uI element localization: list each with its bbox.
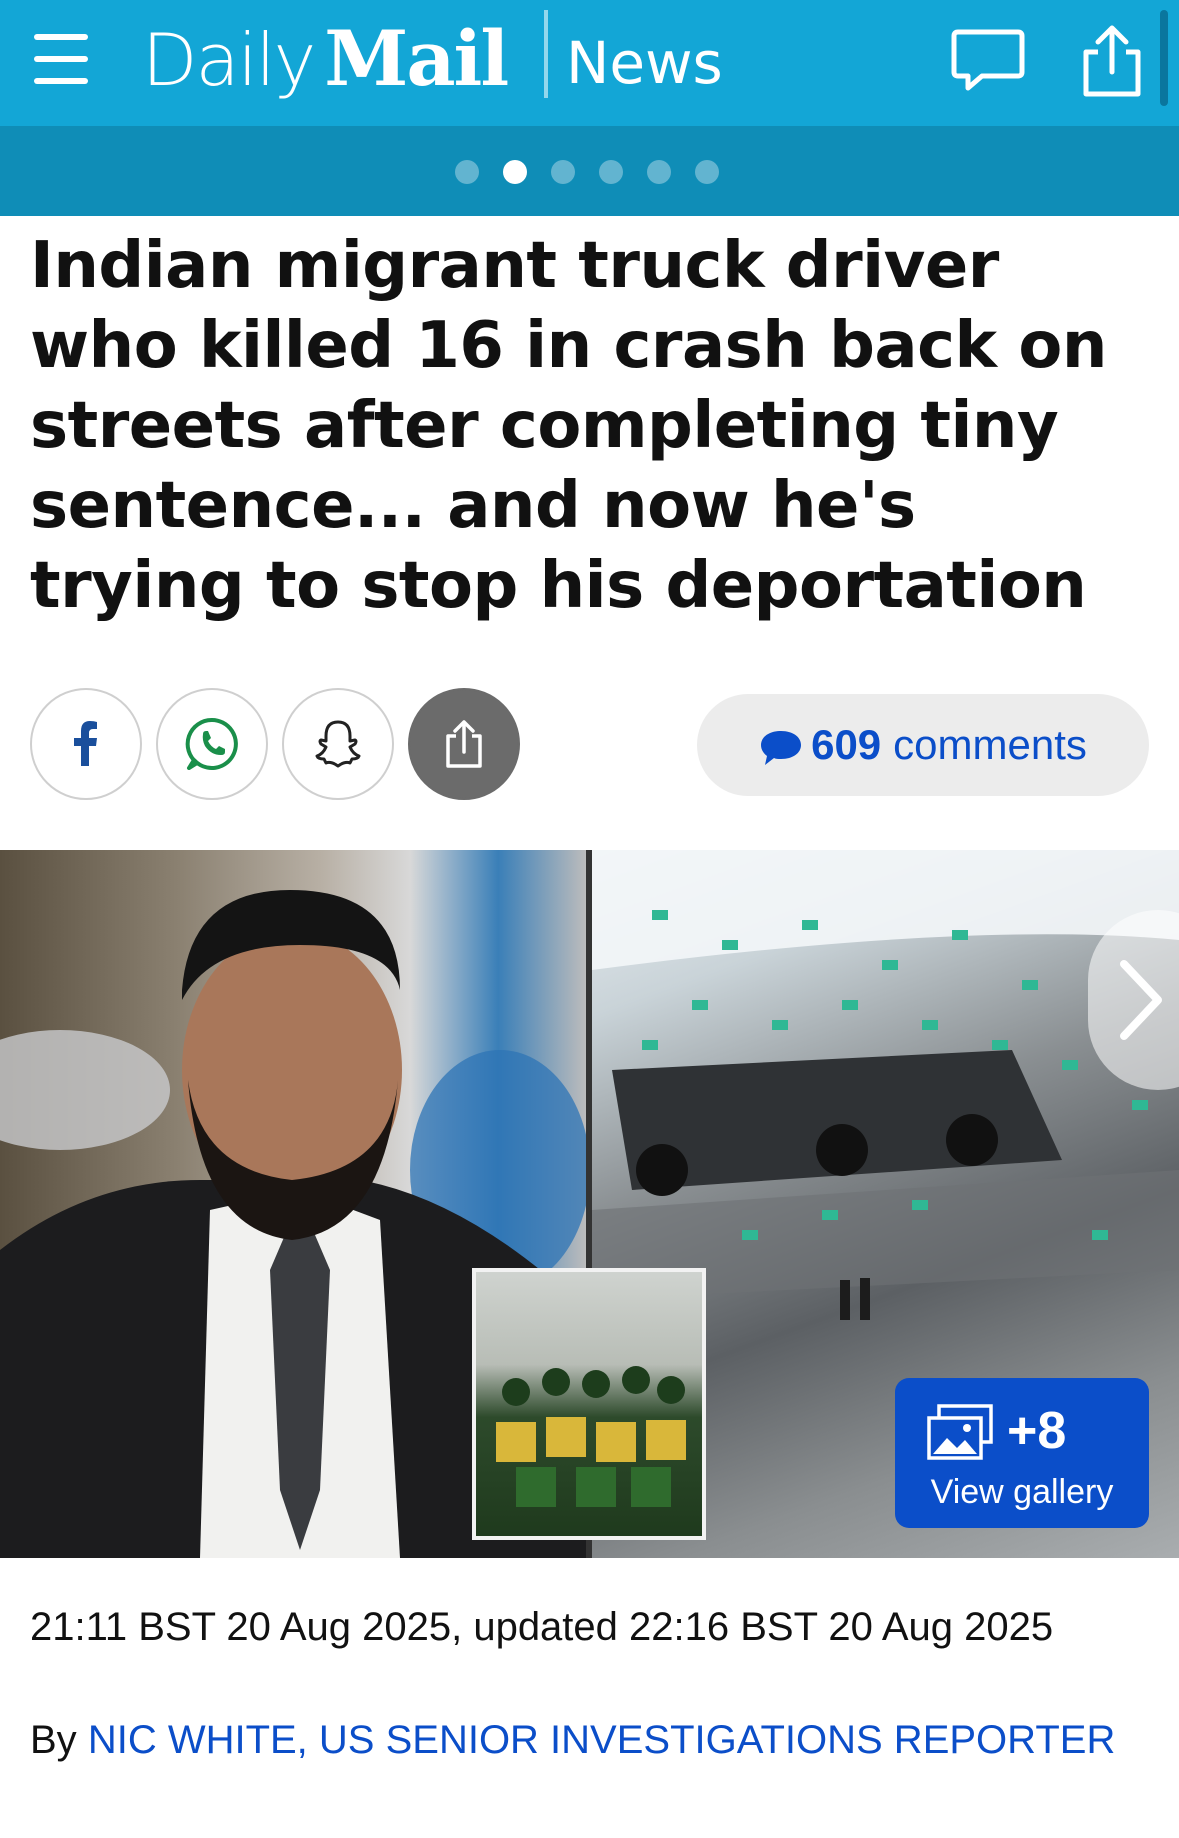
whatsapp-share-button[interactable] bbox=[156, 688, 268, 800]
team-photo-inset-image bbox=[472, 1268, 706, 1540]
logo-mail-text: Mail bbox=[324, 14, 509, 103]
share-upload-icon bbox=[446, 720, 482, 768]
logo-daily-text: Daily bbox=[142, 18, 316, 102]
carousel-dot[interactable] bbox=[695, 160, 719, 184]
byline-prefix: By bbox=[30, 1718, 77, 1762]
carousel-dot[interactable] bbox=[455, 160, 479, 184]
section-title[interactable]: News bbox=[566, 28, 723, 98]
share-upload-icon bbox=[1083, 25, 1141, 97]
photo-stack-icon bbox=[927, 1404, 993, 1460]
carousel-dots bbox=[455, 160, 719, 184]
logo-divider bbox=[544, 10, 548, 98]
article-byline: By NIC WHITE, US SENIOR INVESTIGATIONS R… bbox=[30, 1714, 1130, 1766]
facebook-share-button[interactable] bbox=[30, 688, 142, 800]
view-gallery-button[interactable]: +8 View gallery bbox=[895, 1378, 1149, 1528]
more-share-button[interactable] bbox=[408, 688, 520, 800]
chevron-right-icon bbox=[1120, 960, 1162, 1040]
carousel-dot[interactable] bbox=[503, 160, 527, 184]
scrollbar[interactable] bbox=[1160, 10, 1168, 106]
share-header-button[interactable] bbox=[1072, 22, 1152, 102]
speech-bubble-icon bbox=[761, 731, 802, 765]
author-link[interactable]: NIC WHITE, US SENIOR INVESTIGATIONS REPO… bbox=[88, 1718, 1116, 1762]
article-dateline: 21:11 BST 20 Aug 2025, updated 22:16 BST… bbox=[30, 1605, 1054, 1649]
carousel-dot[interactable] bbox=[647, 160, 671, 184]
site-logo[interactable]: Daily Mail bbox=[142, 14, 509, 104]
facebook-icon bbox=[74, 721, 97, 766]
comments-label: comments bbox=[893, 721, 1087, 768]
whatsapp-icon bbox=[185, 717, 238, 770]
snapchat-share-button[interactable] bbox=[282, 688, 394, 800]
gallery-count: +8 bbox=[1007, 1402, 1067, 1460]
carousel-dots-bar bbox=[0, 126, 1179, 216]
carousel-dot[interactable] bbox=[551, 160, 575, 184]
speech-bubble-icon bbox=[951, 29, 1025, 91]
comments-count: 609 bbox=[811, 721, 882, 768]
comments-button[interactable]: 609 comments bbox=[697, 694, 1149, 796]
article-headline: Indian migrant truck driver who killed 1… bbox=[30, 229, 1107, 623]
top-nav-bar: Daily Mail News bbox=[0, 0, 1179, 126]
gallery-label: View gallery bbox=[930, 1473, 1114, 1511]
lead-image-gallery[interactable]: +8 View gallery bbox=[0, 850, 1179, 1558]
carousel-dot[interactable] bbox=[599, 160, 623, 184]
snapchat-ghost-icon bbox=[315, 720, 361, 768]
comments-header-button[interactable] bbox=[948, 22, 1028, 102]
hamburger-menu-icon[interactable] bbox=[34, 32, 90, 88]
